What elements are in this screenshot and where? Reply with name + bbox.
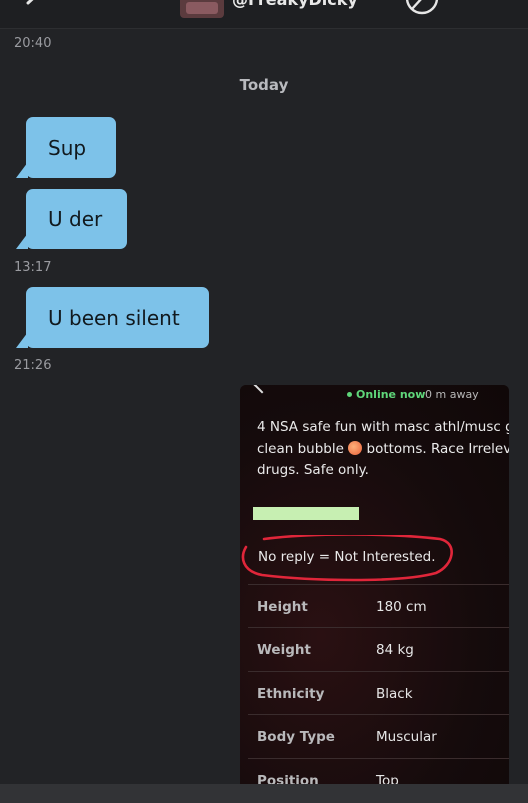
peach-emoji-icon	[348, 440, 363, 455]
timestamp: 20:40	[14, 36, 52, 51]
stat-value: Muscular	[376, 729, 437, 745]
stat-row: Body Type Muscular	[248, 714, 509, 759]
bio-line: 4 NSA safe fun with masc athl/musc gu	[257, 419, 509, 435]
profile-topbar: Online now 0 m away	[240, 385, 509, 405]
avatar[interactable]	[180, 0, 224, 18]
stat-label: Body Type	[257, 729, 335, 745]
stat-label: Height	[257, 599, 308, 615]
image-message[interactable]: Online now 0 m away 4 NSA safe fun with …	[240, 385, 509, 803]
chat-username[interactable]: @FreakyDicky	[232, 0, 358, 9]
redaction-bar	[253, 507, 359, 520]
message-bubble[interactable]: Sup	[16, 117, 116, 178]
bio-line: drugs. Safe only.	[257, 462, 369, 478]
message-text: Sup	[48, 135, 87, 160]
bio-text: bottoms. Race Irreleva	[362, 440, 510, 457]
online-dot-icon	[347, 392, 352, 397]
stat-row: Height 180 cm	[248, 584, 509, 629]
stat-label: Ethnicity	[257, 686, 325, 702]
message-bubble[interactable]: U been silent	[16, 287, 209, 348]
stat-value: 180 cm	[376, 599, 427, 615]
profile-bio: 4 NSA safe fun with masc athl/musc gu cl…	[257, 417, 509, 482]
timestamp: 21:26	[14, 358, 52, 373]
bio-text: clean bubble	[257, 440, 349, 457]
stat-label: Weight	[257, 642, 311, 658]
message-bubble[interactable]: U der	[16, 189, 127, 249]
stat-value: Black	[376, 686, 413, 702]
message-text: U der	[48, 207, 103, 231]
timestamp: 13:17	[14, 260, 52, 275]
input-bar[interactable]	[0, 784, 528, 803]
day-separator: Today	[239, 76, 289, 94]
chat-header: @FreakyDicky	[0, 0, 528, 29]
bio-line: clean bubble bottoms. Race Irreleva	[257, 439, 509, 461]
stat-row: Ethnicity Black	[248, 671, 509, 716]
message-text: U been silent	[48, 305, 180, 330]
chevron-left-icon	[253, 385, 271, 394]
back-arrow-icon[interactable]	[22, 0, 48, 16]
block-icon[interactable]	[404, 0, 440, 16]
online-status: Online now	[356, 388, 426, 401]
stat-row: Weight 84 kg	[248, 627, 509, 672]
stat-value: 84 kg	[376, 642, 414, 658]
no-reply-note: No reply = Not Interested.	[258, 549, 436, 565]
distance: 0 m away	[425, 388, 479, 401]
